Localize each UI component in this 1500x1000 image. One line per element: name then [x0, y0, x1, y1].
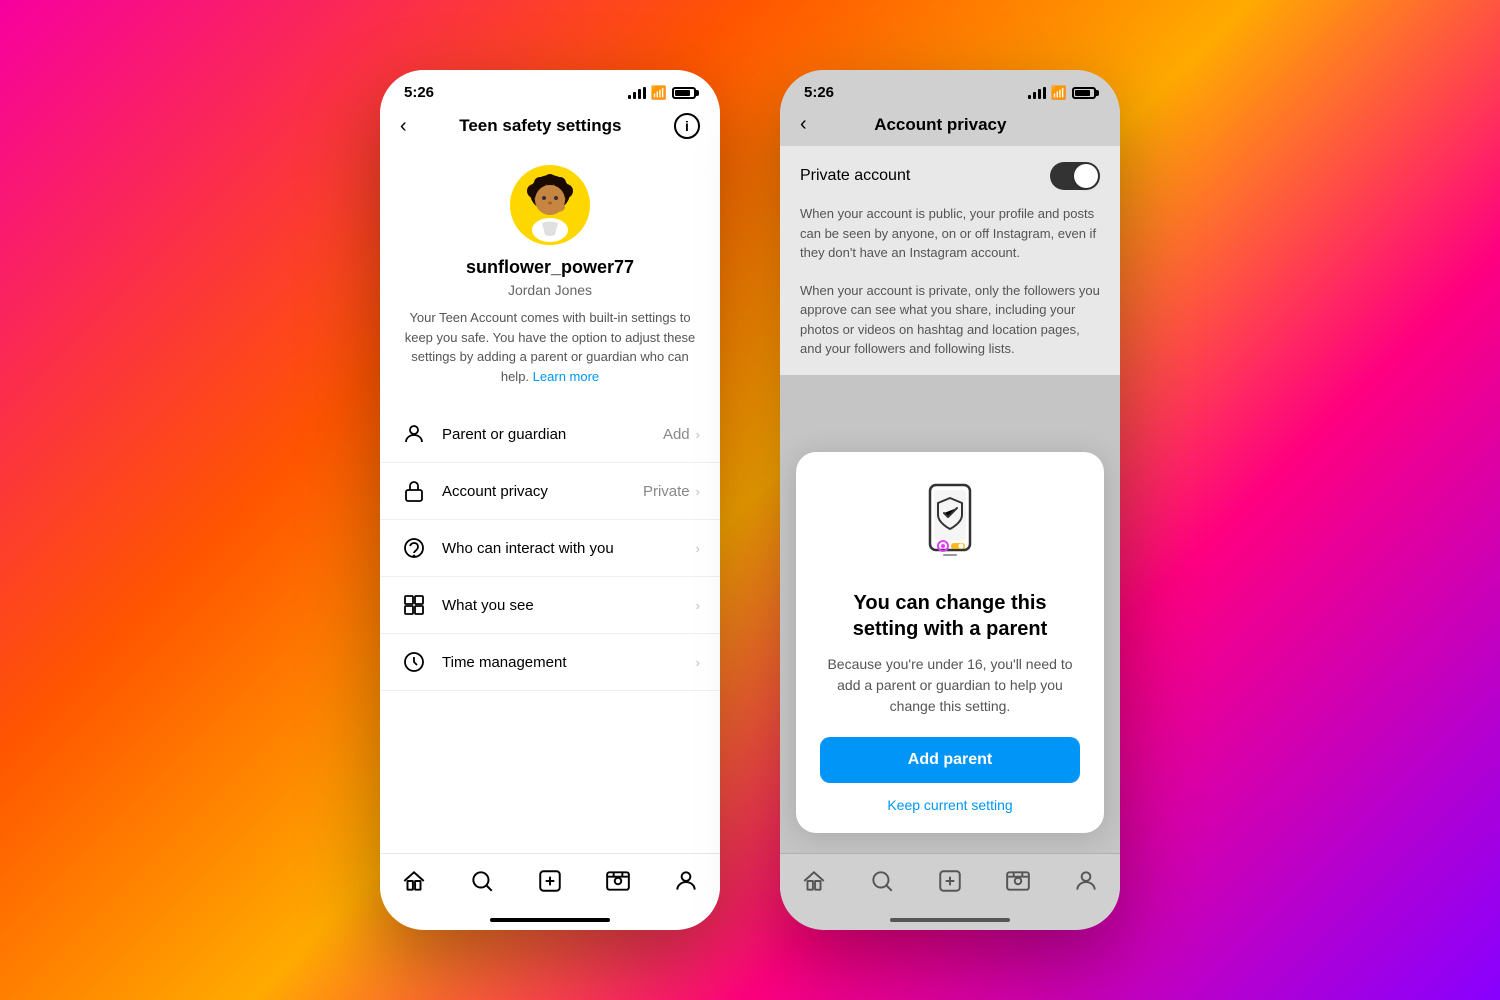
who-can-interact-label: Who can interact with you — [442, 540, 696, 557]
private-account-row: Private account — [800, 162, 1100, 190]
privacy-section: Private account When your account is pub… — [780, 146, 1120, 375]
status-bar-2: 5:26 📶 — [780, 70, 1120, 107]
phone-2: 5:26 📶 ‹ Account privacy Private account — [780, 70, 1120, 930]
avatar-image — [510, 165, 590, 245]
parent-guardian-item[interactable]: Parent or guardian Add › — [380, 406, 720, 463]
chat-icon — [400, 534, 428, 562]
home-tab[interactable] — [392, 864, 436, 898]
phone-1: 5:26 📶 ‹ Teen safety settings i — [380, 70, 720, 930]
wifi-icon-2: 📶 — [1051, 85, 1067, 101]
real-name: Jordan Jones — [508, 282, 592, 298]
plus-tab-2[interactable] — [928, 864, 972, 898]
info-button[interactable]: i — [674, 113, 700, 139]
battery-icon-2 — [1072, 87, 1096, 99]
home-tab-2[interactable] — [792, 864, 836, 898]
phone-shield-svg — [915, 480, 985, 570]
lock-icon — [400, 477, 428, 505]
person-icon — [400, 420, 428, 448]
page-title-2: Account privacy — [874, 115, 1006, 135]
time-1: 5:26 — [404, 84, 434, 101]
chevron-icon-5: › — [696, 655, 700, 670]
bio-text: Your Teen Account comes with built-in se… — [404, 308, 696, 386]
learn-more-link[interactable]: Learn more — [533, 369, 599, 384]
private-account-label: Private account — [800, 167, 910, 185]
phone2-content: Private account When your account is pub… — [780, 146, 1120, 853]
profile-tab[interactable] — [664, 864, 708, 898]
parent-guardian-label: Parent or guardian — [442, 426, 663, 443]
nav-bar-1: ‹ Teen safety settings i — [380, 107, 720, 149]
toggle-knob — [1074, 164, 1098, 188]
time-management-item[interactable]: Time management › — [380, 634, 720, 691]
home-indicator-2 — [890, 918, 1010, 922]
back-button-1[interactable]: ‹ — [400, 115, 407, 138]
modal-description: Because you're under 16, you'll need to … — [820, 654, 1080, 717]
profile-section: sunflower_power77 Jordan Jones Your Teen… — [380, 149, 720, 398]
signal-icon — [628, 87, 646, 99]
avatar — [510, 165, 590, 245]
reels-tab[interactable] — [596, 864, 640, 898]
time-management-label: Time management — [442, 654, 696, 671]
parent-guardian-value: Add — [663, 426, 690, 443]
wifi-icon: 📶 — [651, 85, 667, 101]
page-title-1: Teen safety settings — [459, 116, 621, 136]
account-privacy-label: Account privacy — [442, 483, 643, 500]
search-tab-2[interactable] — [860, 864, 904, 898]
status-bar-1: 5:26 📶 — [380, 70, 720, 107]
modal-title: You can change this setting with a paren… — [820, 590, 1080, 642]
shield-phone-icon — [915, 480, 985, 570]
chevron-icon-2: › — [696, 484, 700, 499]
search-tab[interactable] — [460, 864, 504, 898]
privacy-desc-public: When your account is public, your profil… — [800, 204, 1100, 263]
home-indicator-1 — [490, 918, 610, 922]
chevron-icon: › — [696, 427, 700, 442]
what-you-see-label: What you see — [442, 597, 696, 614]
clock-icon — [400, 648, 428, 676]
menu-list: Parent or guardian Add › Account privacy… — [380, 406, 720, 691]
status-icons-1: 📶 — [628, 85, 696, 101]
add-parent-button[interactable]: Add parent — [820, 737, 1080, 783]
account-privacy-value: Private — [643, 483, 690, 500]
privacy-desc-private: When your account is private, only the f… — [800, 281, 1100, 359]
tab-bar-2 — [780, 853, 1120, 918]
tab-bar-1 — [380, 853, 720, 918]
back-button-2[interactable]: ‹ — [800, 113, 807, 136]
who-can-interact-item[interactable]: Who can interact with you › — [380, 520, 720, 577]
chevron-icon-4: › — [696, 598, 700, 613]
grid-icon — [400, 591, 428, 619]
plus-tab[interactable] — [528, 864, 572, 898]
modal-overlay: You can change this setting with a paren… — [780, 375, 1120, 854]
account-privacy-item[interactable]: Account privacy Private › — [380, 463, 720, 520]
modal-card: You can change this setting with a paren… — [796, 452, 1104, 833]
status-icons-2: 📶 — [1028, 85, 1096, 101]
chevron-icon-3: › — [696, 541, 700, 556]
nav-bar-2: ‹ Account privacy — [780, 107, 1120, 146]
phone1-content: sunflower_power77 Jordan Jones Your Teen… — [380, 149, 720, 853]
username: sunflower_power77 — [466, 257, 634, 278]
reels-tab-2[interactable] — [996, 864, 1040, 898]
signal-icon-2 — [1028, 87, 1046, 99]
keep-setting-link[interactable]: Keep current setting — [887, 797, 1012, 813]
battery-icon — [672, 87, 696, 99]
private-toggle[interactable] — [1050, 162, 1100, 190]
profile-tab-2[interactable] — [1064, 864, 1108, 898]
what-you-see-item[interactable]: What you see › — [380, 577, 720, 634]
time-2: 5:26 — [804, 84, 834, 101]
